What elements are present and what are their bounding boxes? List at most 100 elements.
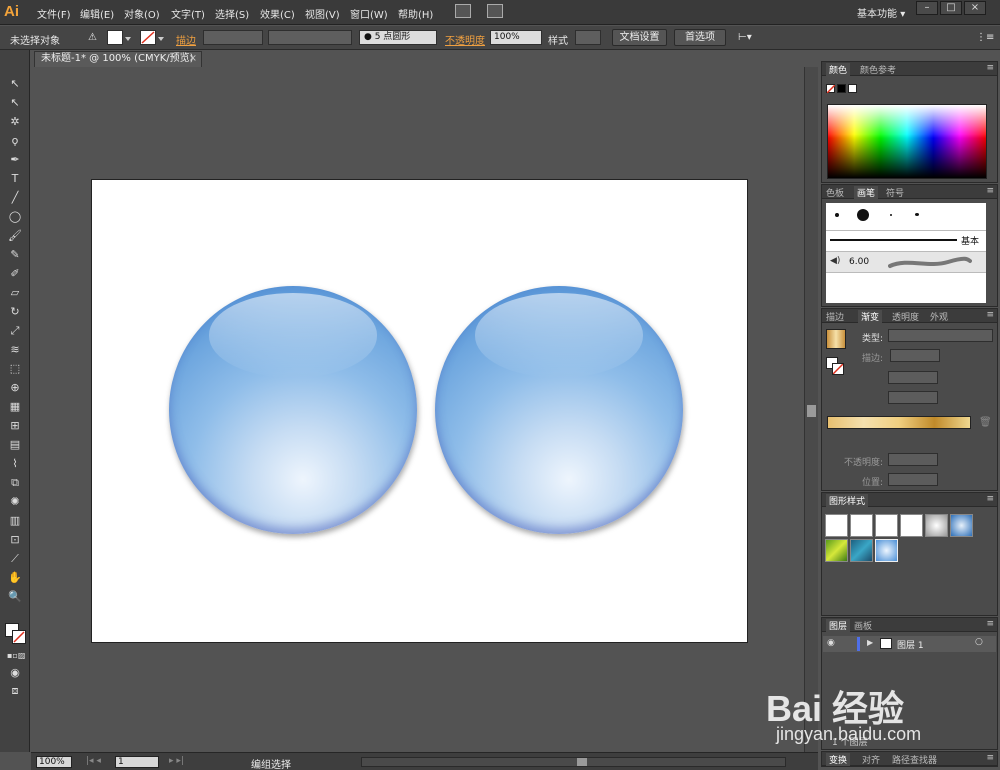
horizontal-scrollbar[interactable] <box>361 757 786 767</box>
color-spectrum[interactable] <box>827 104 987 179</box>
tab-color[interactable]: 颜色 <box>826 63 851 76</box>
style-blue-sphere[interactable] <box>875 539 898 562</box>
tab-transform[interactable]: 变换 <box>826 753 851 766</box>
preferences-button[interactable]: 首选项 <box>674 29 726 46</box>
brush-dot[interactable] <box>835 213 839 217</box>
slice-tool-icon[interactable]: ⟋ <box>7 551 23 567</box>
opacity-label[interactable]: 不透明度 <box>445 32 485 47</box>
type-tool-icon[interactable]: T <box>7 171 23 187</box>
brush-dot[interactable] <box>890 214 892 216</box>
tab-transparency[interactable]: 透明度 <box>892 310 919 323</box>
menu-edit[interactable]: 编辑(E) <box>80 6 114 21</box>
style-soft-gray[interactable] <box>925 514 948 537</box>
tab-artboards[interactable]: 画板 <box>854 619 872 632</box>
menu-object[interactable]: 对象(O) <box>124 6 160 21</box>
panel-menu-icon[interactable]: ≡ <box>986 619 994 629</box>
brush-row[interactable]: ◀) 6.00 <box>826 251 986 273</box>
rotate-tool-icon[interactable]: ↻ <box>7 304 23 320</box>
panel-menu-icon[interactable]: ≡ <box>986 310 994 320</box>
eraser-tool-icon[interactable]: ▱ <box>7 285 23 301</box>
gradient-thumbnail[interactable] <box>826 329 846 349</box>
width-tool-icon[interactable]: ≋ <box>7 342 23 358</box>
fill-stroke-stroke[interactable] <box>832 363 844 375</box>
shape-builder-tool-icon[interactable]: ⊕ <box>7 380 23 396</box>
free-transform-tool-icon[interactable]: ⬚ <box>7 361 23 377</box>
tab-graphic-styles[interactable]: 图形样式 <box>826 494 869 507</box>
gradient-opacity-field[interactable] <box>888 453 938 466</box>
magic-wand-tool-icon[interactable]: ✲ <box>7 114 23 130</box>
stroke-swatch[interactable] <box>12 630 26 644</box>
style-default[interactable] <box>825 514 848 537</box>
tab-appearance[interactable]: 外观 <box>930 310 948 323</box>
tab-swatches[interactable]: 色板 <box>826 186 844 199</box>
stroke-label[interactable]: 描边 <box>176 32 196 47</box>
tab-color-guide[interactable]: 颜色参考 <box>860 63 896 76</box>
fill-color-swatch[interactable] <box>107 30 123 45</box>
gradient-slider[interactable] <box>827 416 971 429</box>
zoom-field[interactable]: 100% <box>36 756 72 768</box>
panel-menu-icon[interactable]: ≡ <box>986 494 994 504</box>
variable-width-profile[interactable] <box>268 30 352 45</box>
brush-dot[interactable] <box>857 209 869 221</box>
pen-tool-icon[interactable]: ✒ <box>7 152 23 168</box>
color-mode-icons[interactable]: ▪▫▨ <box>7 648 25 664</box>
pencil-tool-icon[interactable]: ✎ <box>7 247 23 263</box>
workspace-switcher[interactable]: 基本功能 ▾ <box>857 5 905 20</box>
bridge-icon[interactable] <box>455 4 471 18</box>
paintbrush-tool-icon[interactable]: 🖌 <box>7 228 23 244</box>
blue-sphere-left[interactable] <box>169 286 417 534</box>
scroll-thumb[interactable] <box>807 405 816 417</box>
menu-effect[interactable]: 效果(C) <box>260 6 295 21</box>
tab-gradient[interactable]: 渐变 <box>858 310 883 323</box>
layer-row[interactable]: ◉ ▶ 图层 1 ○ <box>823 636 996 652</box>
stroke-gradient-buttons[interactable] <box>890 349 940 362</box>
panel-menu-icon[interactable]: ≡ <box>986 753 994 763</box>
gradient-type-dropdown[interactable] <box>888 329 993 342</box>
angle-field[interactable] <box>888 371 938 384</box>
screen-mode-icon[interactable]: ⧈ <box>7 683 23 699</box>
gradient-tool-icon[interactable]: ▤ <box>7 437 23 453</box>
black-swatch[interactable] <box>837 84 846 93</box>
artboard[interactable] <box>91 179 748 643</box>
tab-brushes[interactable]: 画笔 <box>854 186 879 199</box>
column-graph-tool-icon[interactable]: ▥ <box>7 513 23 529</box>
style-blue-glow[interactable] <box>950 514 973 537</box>
tab-symbols[interactable]: 符号 <box>886 186 904 199</box>
stroke-weight-field[interactable] <box>203 30 263 45</box>
document-tab[interactable]: 未标题-1* @ 100% (CMYK/预览) × <box>34 51 202 67</box>
vertical-scrollbar[interactable] <box>804 67 818 752</box>
menu-type[interactable]: 文字(T) <box>171 6 205 21</box>
eye-icon[interactable]: ◉ <box>827 638 835 648</box>
selection-tool-icon[interactable]: ↖ <box>7 76 23 92</box>
style-none-stroke[interactable] <box>900 514 923 537</box>
align-icon[interactable]: ⊢▾ <box>738 32 752 43</box>
lasso-tool-icon[interactable]: ϙ <box>7 133 23 149</box>
hand-tool-icon[interactable]: ✋ <box>7 570 23 586</box>
panel-menu-icon[interactable]: ≡ <box>986 186 994 196</box>
stroke-color-swatch[interactable] <box>140 30 156 45</box>
tab-align[interactable]: 对齐 <box>862 753 880 766</box>
artboard-number-field[interactable]: 1 <box>115 756 159 768</box>
blend-tool-icon[interactable]: ⧉ <box>7 475 23 491</box>
layer-name[interactable]: 图层 1 <box>897 638 924 651</box>
gradient-position-field[interactable] <box>888 473 938 486</box>
blue-sphere-right[interactable] <box>435 286 683 534</box>
tab-stroke[interactable]: 描边 <box>826 310 844 323</box>
maximize-button[interactable]: □ <box>940 1 962 15</box>
target-icon[interactable]: ○ <box>975 637 983 647</box>
menu-file[interactable]: 文件(F) <box>37 6 71 21</box>
scale-tool-icon[interactable]: ⤢ <box>7 323 23 339</box>
brush-definition-dropdown[interactable]: ● 5 点圆形 <box>359 30 437 45</box>
arrange-documents-icon[interactable] <box>487 4 503 18</box>
white-swatch[interactable] <box>848 84 857 93</box>
opacity-field[interactable]: 100% <box>490 30 542 45</box>
mesh-tool-icon[interactable]: ⊞ <box>7 418 23 434</box>
tab-pathfinder[interactable]: 路径查找器 <box>892 753 937 766</box>
scroll-thumb[interactable] <box>577 758 587 766</box>
menu-help[interactable]: 帮助(H) <box>398 6 433 21</box>
none-swatch[interactable] <box>826 84 835 93</box>
menu-window[interactable]: 窗口(W) <box>350 6 388 21</box>
chevron-down-icon[interactable] <box>158 37 164 41</box>
artboard-nav-first-icon[interactable]: |◂ ◂ <box>86 756 101 766</box>
artboard-tool-icon[interactable]: ⊡ <box>7 532 23 548</box>
